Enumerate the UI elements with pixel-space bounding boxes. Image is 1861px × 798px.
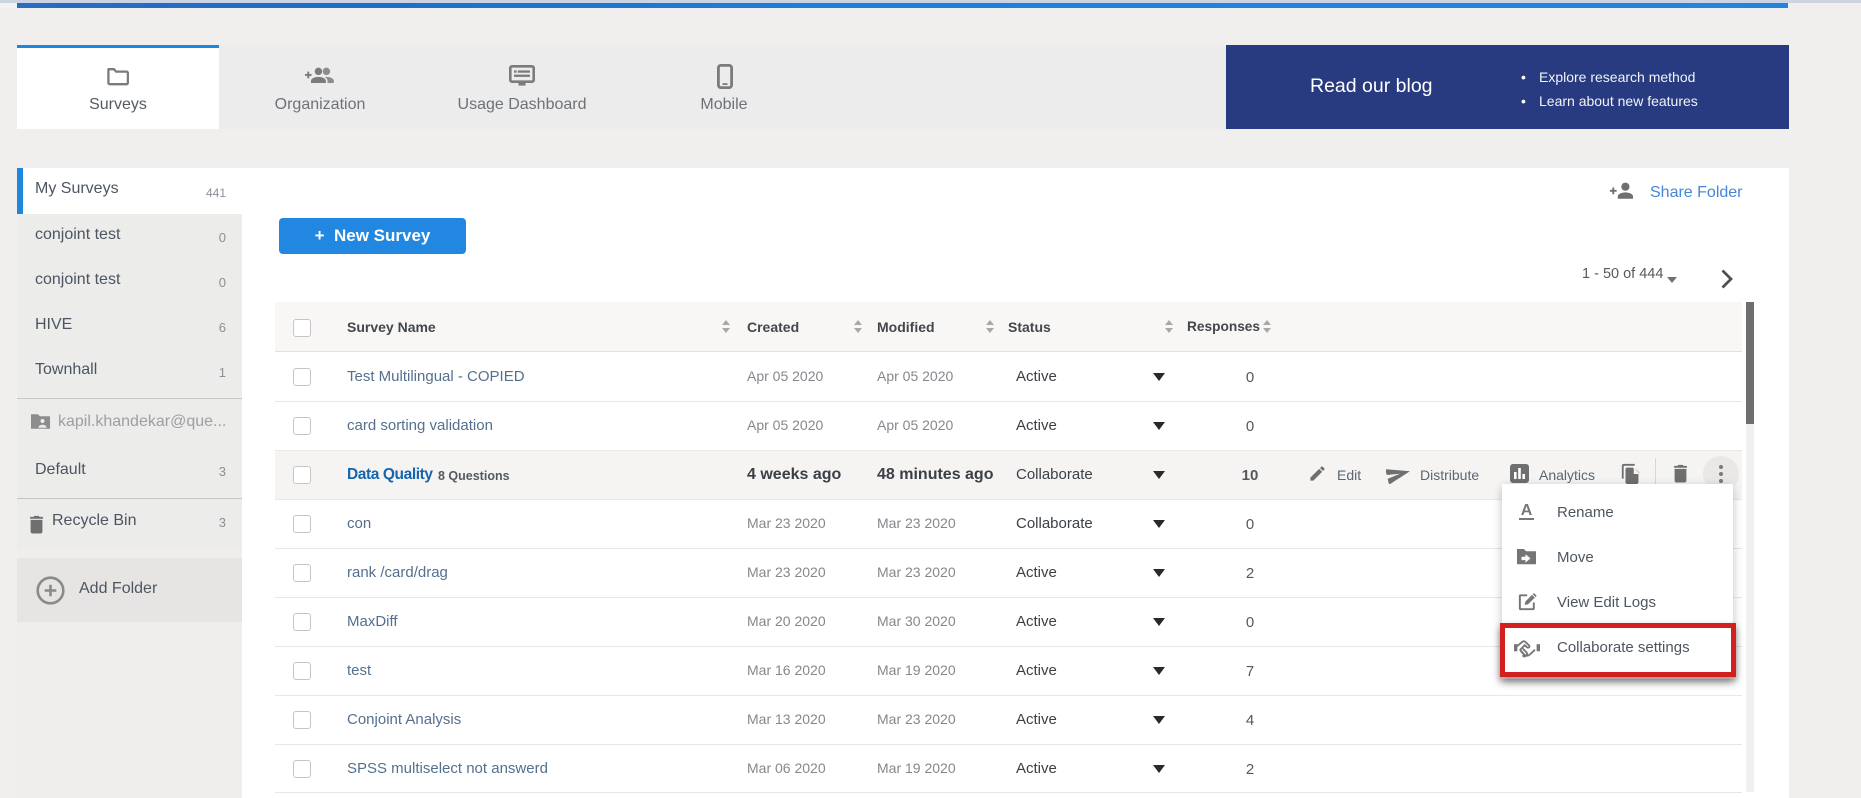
svg-text:A: A xyxy=(1521,502,1533,519)
